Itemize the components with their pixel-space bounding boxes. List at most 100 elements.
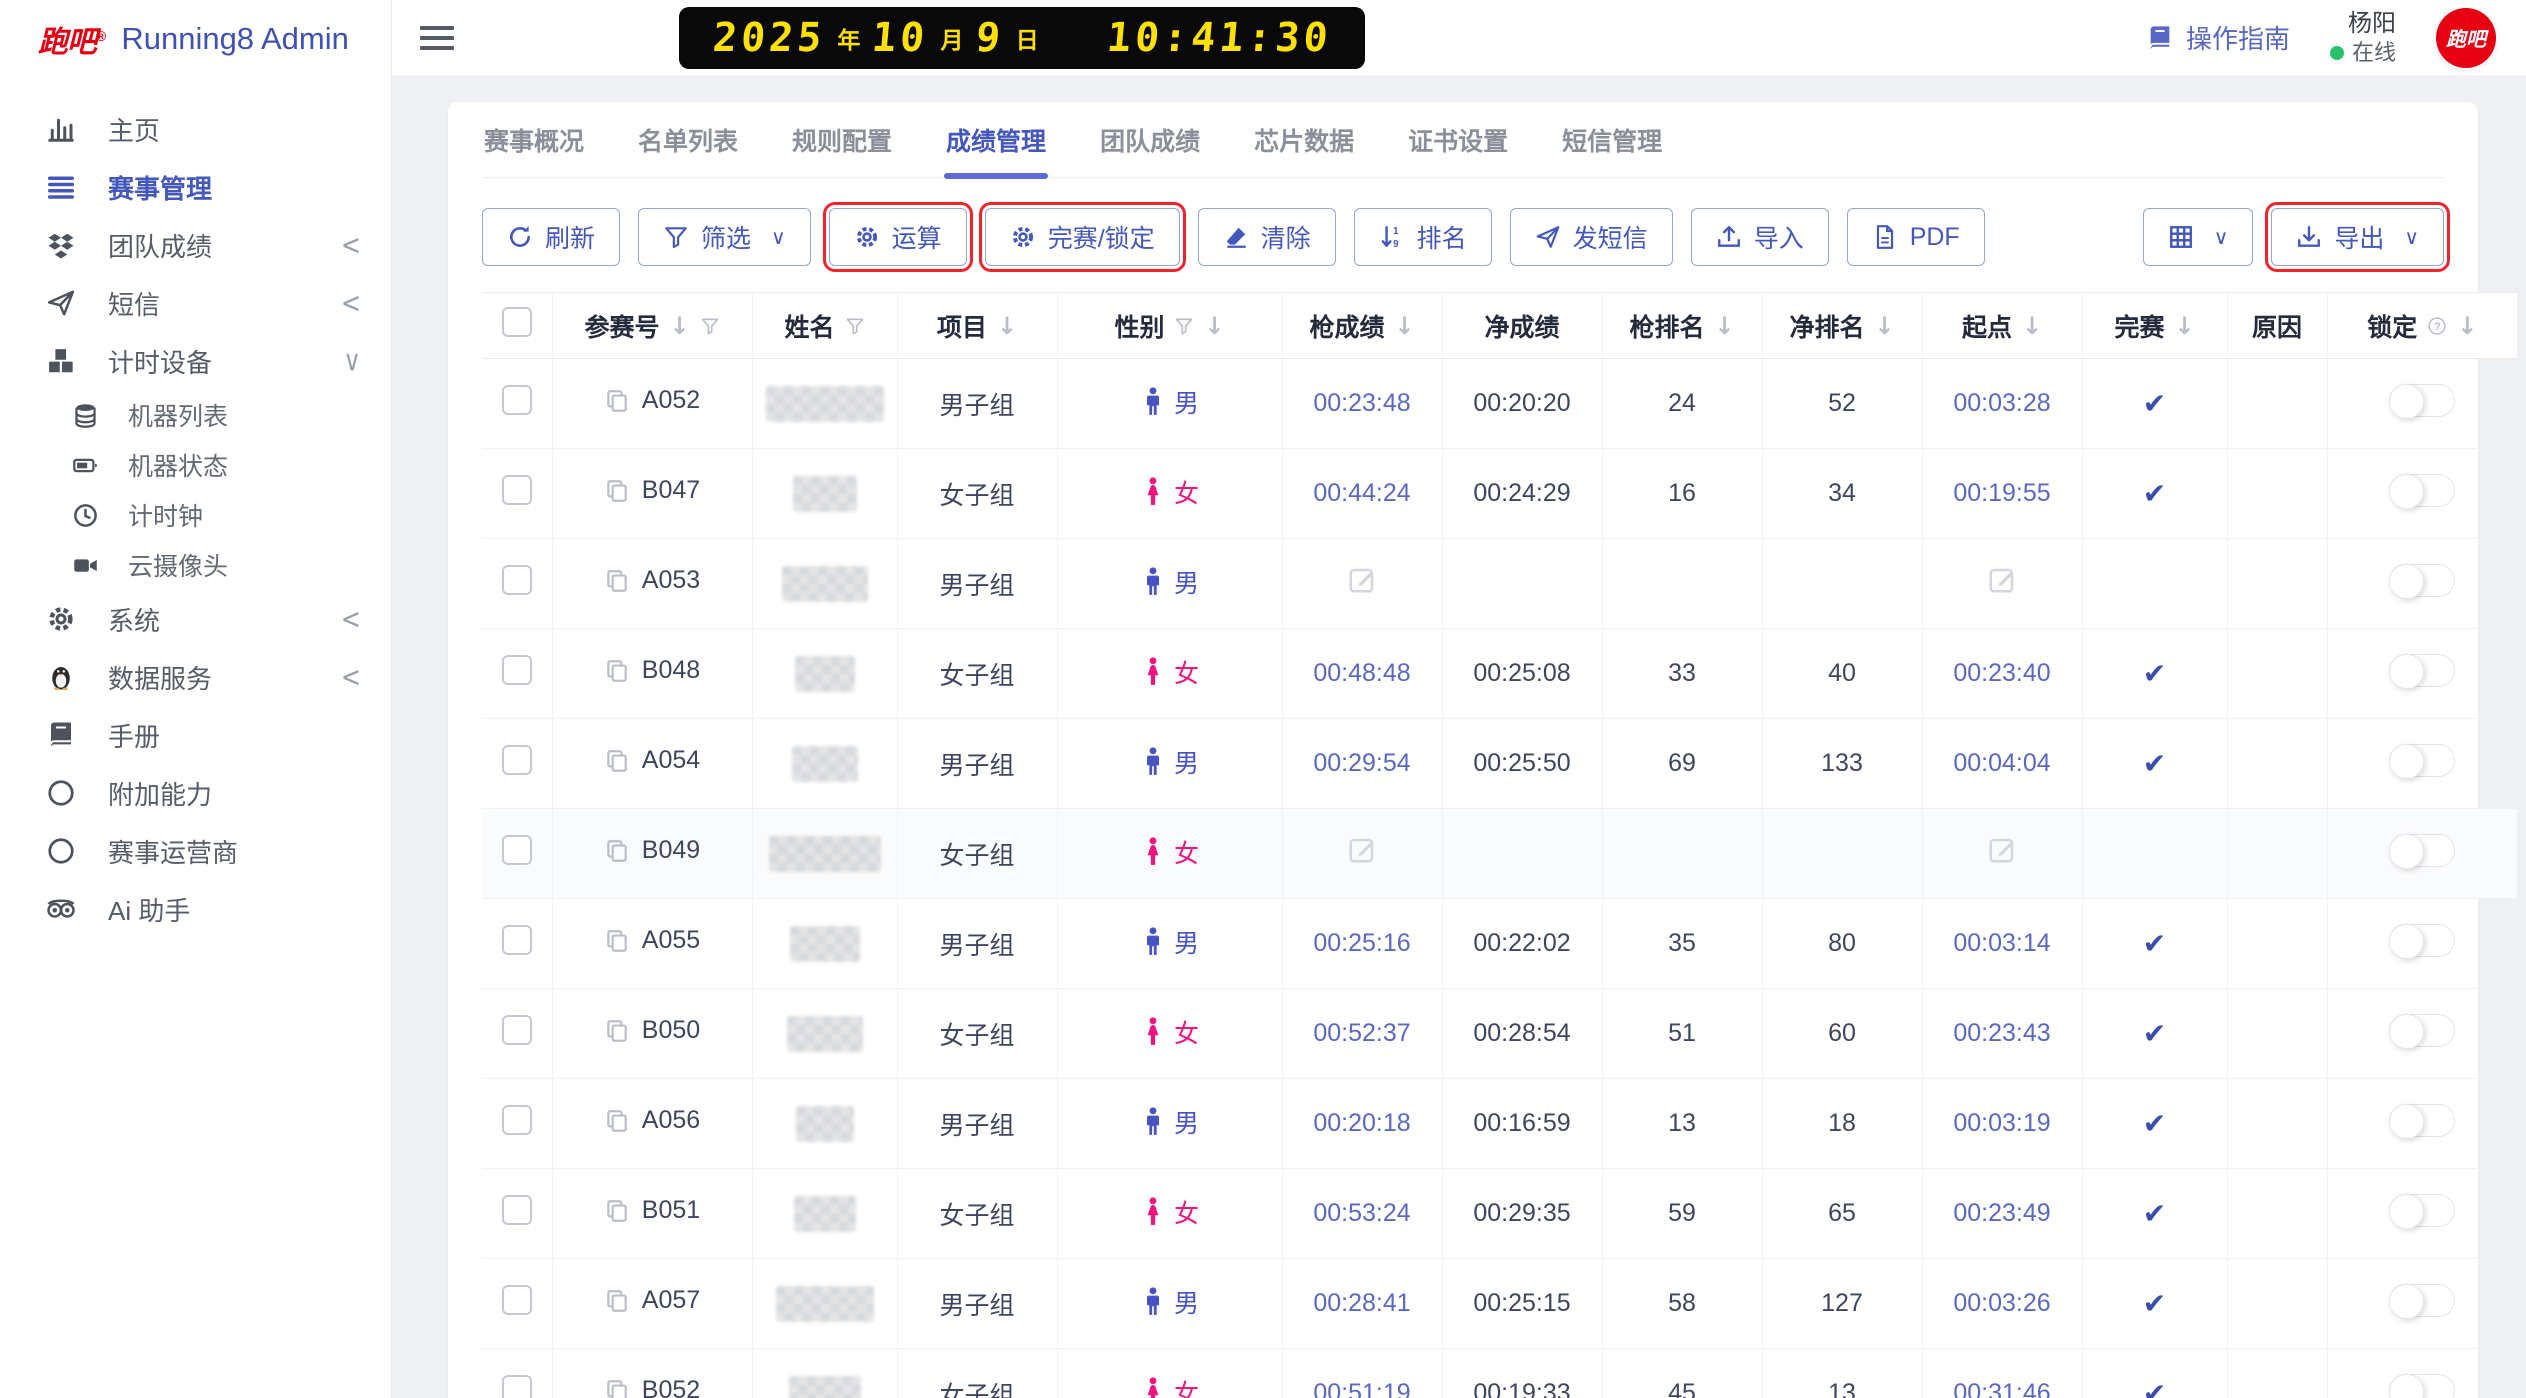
sidebar-item-赛事运营商[interactable]: 赛事运营商 bbox=[0, 822, 391, 880]
sidebar-item-机器列表[interactable]: 机器列表 bbox=[0, 390, 391, 440]
chevron-left-icon[interactable]: < bbox=[341, 286, 361, 320]
lock-toggle[interactable] bbox=[2389, 743, 2456, 779]
edit-icon[interactable] bbox=[1347, 565, 1377, 595]
cell-start-time-link[interactable]: 00:03:26 bbox=[1953, 1289, 2050, 1317]
lock-toggle[interactable] bbox=[2389, 1103, 2456, 1139]
edit-icon[interactable] bbox=[1987, 835, 2017, 865]
avatar[interactable]: 跑吧 bbox=[2436, 7, 2496, 68]
发短信-button[interactable]: 发短信 bbox=[1509, 208, 1673, 266]
tab-规则配置[interactable]: 规则配置 bbox=[790, 102, 894, 177]
sort-icon[interactable]: ↓ bbox=[669, 312, 689, 340]
cell-gun-time-link[interactable]: 00:20:18 bbox=[1313, 1109, 1410, 1137]
cell-gun-time-link[interactable]: 00:23:48 bbox=[1313, 389, 1410, 417]
cell-gun-time-link[interactable]: 00:28:41 bbox=[1313, 1289, 1410, 1317]
row-checkbox[interactable] bbox=[501, 1015, 532, 1045]
sidebar-item-附加能力[interactable]: 附加能力 bbox=[0, 764, 391, 822]
tab-名单列表[interactable]: 名单列表 bbox=[636, 102, 740, 177]
row-checkbox[interactable] bbox=[501, 565, 532, 595]
help-icon[interactable] bbox=[2427, 316, 2447, 336]
PDF-button[interactable]: PDF bbox=[1846, 208, 1985, 266]
menu-toggle-icon[interactable] bbox=[420, 20, 454, 56]
cell-gun-time-link[interactable]: 00:52:37 bbox=[1313, 1019, 1410, 1047]
row-checkbox[interactable] bbox=[501, 745, 532, 775]
copy-icon[interactable] bbox=[604, 388, 630, 414]
cell-gun-time-link[interactable]: 00:29:54 bbox=[1313, 749, 1410, 777]
sidebar-item-短信[interactable]: 短信 < bbox=[0, 274, 391, 332]
copy-icon[interactable] bbox=[604, 478, 630, 504]
完赛/锁定-button[interactable]: 完赛/锁定 bbox=[978, 202, 1186, 272]
cell-start-time-link[interactable]: 00:23:40 bbox=[1953, 659, 2050, 687]
cell-gun-time-link[interactable]: 00:51:19 bbox=[1313, 1379, 1410, 1398]
select-all-checkbox[interactable] bbox=[501, 307, 532, 337]
sidebar-item-团队成绩[interactable]: 团队成绩 < bbox=[0, 216, 391, 274]
lock-toggle[interactable] bbox=[2389, 1013, 2456, 1049]
cell-start-time-link[interactable]: 00:04:04 bbox=[1953, 749, 2050, 777]
chevron-left-icon[interactable]: < bbox=[341, 602, 361, 636]
sort-icon[interactable]: ↓ bbox=[1714, 312, 1734, 340]
copy-icon[interactable] bbox=[604, 928, 630, 954]
tab-团队成绩[interactable]: 团队成绩 bbox=[1098, 102, 1202, 177]
排名-button[interactable]: 排名 bbox=[1353, 208, 1492, 266]
筛选-button[interactable]: 筛选 ∨ bbox=[638, 208, 811, 266]
chevron-down-icon[interactable]: ∨ bbox=[343, 344, 361, 378]
row-checkbox[interactable] bbox=[501, 1105, 532, 1135]
sidebar-item-数据服务[interactable]: 数据服务 < bbox=[0, 648, 391, 706]
tab-成绩管理[interactable]: 成绩管理 bbox=[944, 102, 1049, 179]
filter-icon[interactable] bbox=[845, 316, 865, 336]
sidebar-item-计时钟[interactable]: 计时钟 bbox=[0, 490, 391, 540]
guide-link[interactable]: 操作指南 bbox=[2146, 19, 2290, 56]
cell-gun-time-link[interactable]: 00:44:24 bbox=[1313, 479, 1410, 507]
filter-icon[interactable] bbox=[1174, 316, 1194, 336]
row-checkbox[interactable] bbox=[501, 655, 532, 685]
cell-start-time-link[interactable]: 00:03:19 bbox=[1953, 1109, 2050, 1137]
filter-icon[interactable] bbox=[700, 316, 720, 336]
sort-icon[interactable]: ↓ bbox=[1874, 312, 1894, 340]
sidebar-item-系统[interactable]: 系统 < bbox=[0, 590, 391, 648]
cell-start-time-link[interactable]: 00:19:55 bbox=[1953, 479, 2050, 507]
sidebar-item-Ai 助手[interactable]: Ai 助手 bbox=[0, 880, 391, 938]
导出-button[interactable]: 导出 ∨ bbox=[2265, 202, 2450, 272]
copy-icon[interactable] bbox=[604, 748, 630, 774]
cell-start-time-link[interactable]: 00:03:14 bbox=[1953, 929, 2050, 957]
cell-gun-time-link[interactable]: 00:53:24 bbox=[1313, 1199, 1410, 1227]
sort-icon[interactable]: ↓ bbox=[1204, 312, 1224, 340]
sort-icon[interactable]: ↓ bbox=[1394, 312, 1414, 340]
cell-start-time-link[interactable]: 00:23:49 bbox=[1953, 1199, 2050, 1227]
tab-赛事概况[interactable]: 赛事概况 bbox=[482, 102, 586, 177]
row-checkbox[interactable] bbox=[501, 1285, 532, 1315]
sort-icon[interactable]: ↓ bbox=[2174, 312, 2194, 340]
sidebar-item-机器状态[interactable]: 机器状态 bbox=[0, 440, 391, 490]
copy-icon[interactable] bbox=[604, 1378, 630, 1398]
cell-gun-time-link[interactable]: 00:25:16 bbox=[1313, 929, 1410, 957]
刷新-button[interactable]: 刷新 bbox=[482, 208, 621, 266]
chevron-left-icon[interactable]: < bbox=[341, 228, 361, 262]
grid-button[interactable]: ∨ bbox=[2142, 208, 2254, 266]
lock-toggle[interactable] bbox=[2389, 653, 2456, 689]
sidebar-item-计时设备[interactable]: 计时设备 ∨ bbox=[0, 332, 391, 390]
sidebar-item-主页[interactable]: 主页 bbox=[0, 100, 391, 158]
导入-button[interactable]: 导入 bbox=[1690, 208, 1829, 266]
sort-icon[interactable]: ↓ bbox=[2022, 312, 2042, 340]
cell-start-time-link[interactable]: 00:23:43 bbox=[1953, 1019, 2050, 1047]
copy-icon[interactable] bbox=[604, 1288, 630, 1314]
lock-toggle[interactable] bbox=[2389, 473, 2456, 509]
copy-icon[interactable] bbox=[604, 1198, 630, 1224]
sort-icon[interactable]: ↓ bbox=[2457, 312, 2477, 340]
lock-toggle[interactable] bbox=[2389, 1283, 2456, 1319]
row-checkbox[interactable] bbox=[501, 475, 532, 505]
copy-icon[interactable] bbox=[604, 838, 630, 864]
tab-芯片数据[interactable]: 芯片数据 bbox=[1252, 102, 1356, 177]
cell-start-time-link[interactable]: 00:03:28 bbox=[1953, 389, 2050, 417]
lock-toggle[interactable] bbox=[2389, 1373, 2456, 1398]
copy-icon[interactable] bbox=[604, 568, 630, 594]
sidebar-item-云摄像头[interactable]: 云摄像头 bbox=[0, 540, 391, 590]
chevron-left-icon[interactable]: < bbox=[341, 660, 361, 694]
tab-短信管理[interactable]: 短信管理 bbox=[1560, 102, 1664, 177]
lock-toggle[interactable] bbox=[2389, 923, 2456, 959]
tab-证书设置[interactable]: 证书设置 bbox=[1406, 102, 1510, 177]
lock-toggle[interactable] bbox=[2389, 833, 2456, 869]
row-checkbox[interactable] bbox=[501, 1195, 532, 1225]
lock-toggle[interactable] bbox=[2389, 1193, 2456, 1229]
row-checkbox[interactable] bbox=[501, 385, 532, 415]
row-checkbox[interactable] bbox=[501, 925, 532, 955]
